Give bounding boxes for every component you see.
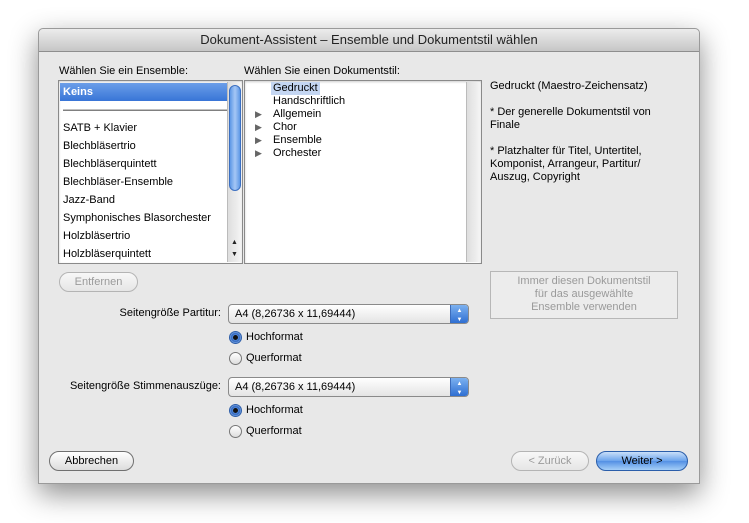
ensemble-list-item[interactable]: ——————————————— [60, 101, 227, 119]
disclosure-triangle-icon[interactable]: ▶ [255, 121, 262, 134]
description-line: * Der generelle Dokumentstil von [490, 106, 651, 118]
docstyle-list-item[interactable]: Gedruckt [271, 82, 320, 95]
ensemble-label: Wählen Sie ein Ensemble: [59, 65, 189, 77]
ensemble-list-item[interactable]: Holzbläserquintett [60, 245, 227, 263]
cancel-button[interactable]: Abbrechen [49, 451, 134, 471]
parts-page-size-popup[interactable]: A4 (8,26736 x 11,69444) ▲ ▼ [228, 377, 469, 397]
assistant-dialog: Dokument-Assistent – Ensemble und Dokume… [38, 28, 700, 484]
ensemble-list-item[interactable]: Blechbläserquintett [60, 155, 227, 173]
docstyle-list-item[interactable]: Orchester [273, 147, 321, 160]
score-page-size-popup[interactable]: A4 (8,26736 x 11,69444) ▲ ▼ [228, 304, 469, 324]
ensemble-list-item[interactable]: Keins [60, 83, 227, 101]
always-use-line: Ensemble verwenden [531, 301, 637, 313]
score-portrait-radio[interactable] [229, 331, 242, 344]
next-button[interactable]: Weiter > [596, 451, 688, 471]
ensemble-list[interactable]: Keins ——————————————— SATB + Klavier Blechb… [58, 80, 243, 264]
description-line: Finale [490, 119, 520, 131]
disclosure-triangle-icon[interactable]: ▶ [255, 147, 262, 160]
popup-arrows-icon: ▲ ▼ [450, 378, 468, 396]
scroll-up-icon[interactable]: ▲ [228, 237, 241, 249]
description-line: * Platzhalter für Titel, Untertitel, [490, 145, 642, 157]
parts-portrait-label: Hochformat [246, 404, 303, 416]
ensemble-list-item[interactable]: Blechbläsertrio [60, 137, 227, 155]
ensemble-scroll-thumb[interactable] [229, 85, 241, 191]
score-landscape-radio[interactable] [229, 352, 242, 365]
disclosure-triangle-icon[interactable]: ▶ [255, 134, 262, 147]
ensemble-list-item[interactable]: Holzbläsertrio [60, 227, 227, 245]
docstyle-list-item[interactable]: Chor [273, 121, 297, 134]
disclosure-triangle-icon[interactable]: ▶ [255, 108, 262, 121]
score-portrait-label: Hochformat [246, 331, 303, 343]
docstyle-label: Wählen Sie einen Dokumentstil: [244, 65, 400, 77]
parts-page-size-label: Seitengröße Stimmenauszüge: [69, 380, 221, 392]
back-button[interactable]: < Zurück [511, 451, 589, 471]
ensemble-list-item[interactable]: SATB + Klavier [60, 119, 227, 137]
docstyle-list[interactable]: Gedruckt Handschriftlich ▶ Allgemein ▶ Chor ▶ E… [244, 80, 482, 264]
always-use-line: Immer diesen Dokumentstil [517, 275, 651, 287]
score-landscape-label: Querformat [246, 352, 302, 364]
description-line: Komponist, Arrangeur, Partitur/ [490, 158, 641, 170]
docstyle-list-item[interactable]: Handschriftlich [273, 95, 345, 108]
docstyle-scrollbar[interactable] [466, 82, 480, 262]
parts-landscape-radio[interactable] [229, 425, 242, 438]
docstyle-list-item[interactable]: Allgemein [273, 108, 321, 121]
score-page-size-value: A4 (8,26736 x 11,69444) [235, 308, 356, 320]
ensemble-list-item[interactable]: Blechbläser-Ensemble [60, 173, 227, 191]
description-line: Auszug, Copyright [490, 171, 580, 183]
window-title: Dokument-Assistent – Ensemble und Dokume… [39, 29, 699, 52]
parts-portrait-radio[interactable] [229, 404, 242, 417]
popup-arrows-icon: ▲ ▼ [450, 305, 468, 323]
description-title: Gedruckt (Maestro-Zeichensatz) [490, 80, 648, 92]
docstyle-list-item[interactable]: Ensemble [273, 134, 322, 147]
ensemble-list-item[interactable]: Jazz-Band [60, 191, 227, 209]
scroll-down-icon[interactable]: ▼ [228, 249, 241, 261]
ensemble-list-item[interactable]: Symphonisches Blasorchester [60, 209, 227, 227]
score-page-size-label: Seitengröße Partitur: [119, 307, 222, 319]
remove-button[interactable]: Entfernen [59, 272, 138, 292]
always-use-line: für das ausgewählte [534, 288, 634, 300]
always-use-style-button[interactable]: Immer diesen Dokumentstil für das ausgew… [490, 271, 678, 319]
parts-page-size-value: A4 (8,26736 x 11,69444) [235, 381, 356, 393]
ensemble-scrollbar[interactable]: ▲ ▼ [227, 82, 241, 262]
parts-landscape-label: Querformat [246, 425, 302, 437]
